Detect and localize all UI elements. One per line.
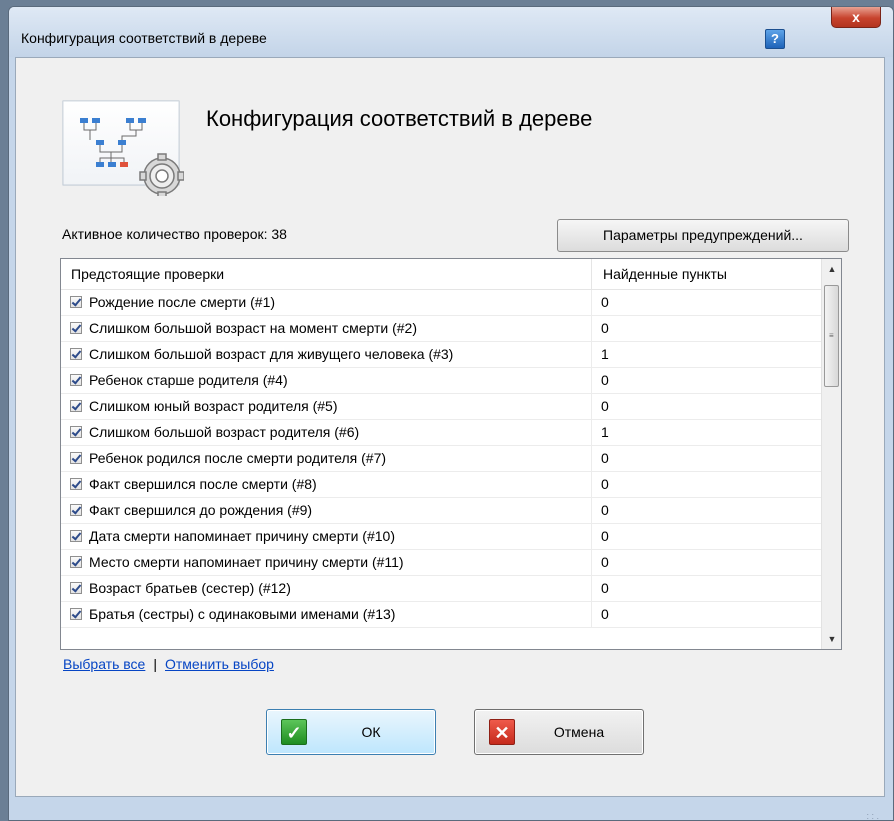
check-name: Место смерти напоминает причину смерти (… <box>89 554 404 570</box>
row-checkbox[interactable] <box>70 452 82 464</box>
list-row[interactable]: Братья (сестры) с одинаковыми именами (#… <box>61 602 821 628</box>
cell-divider <box>591 394 592 419</box>
scroll-down-arrow-icon[interactable]: ▼ <box>822 629 841 649</box>
check-name: Слишком юный возраст родителя (#5) <box>89 398 338 414</box>
tree-settings-icon <box>62 100 184 196</box>
cancel-button-label: Отмена <box>553 724 605 740</box>
column-divider <box>591 259 592 289</box>
cell-divider <box>591 342 592 367</box>
cell-divider <box>591 290 592 315</box>
window-bottom-frame: . .. . . <box>15 797 885 821</box>
check-name: Рождение после смерти (#1) <box>89 294 276 310</box>
list-row[interactable]: Факт свершился после смерти (#8) 0 <box>61 472 821 498</box>
checkmark-icon: ✓ <box>281 719 307 745</box>
cell-divider <box>591 446 592 471</box>
column-header-checks[interactable]: Предстоящие проверки <box>71 259 224 289</box>
found-count: 0 <box>601 398 609 414</box>
check-name: Дата смерти напоминает причину смерти (#… <box>89 528 395 544</box>
found-count: 1 <box>601 346 609 362</box>
check-name: Братья (сестры) с одинаковыми именами (#… <box>89 606 396 622</box>
window-title: Конфигурация соответствий в дереве <box>21 30 267 46</box>
cell-divider <box>591 576 592 601</box>
list-row[interactable]: Слишком юный возраст родителя (#5) 0 <box>61 394 821 420</box>
list-row[interactable]: Ребенок родился после смерти родителя (#… <box>61 446 821 472</box>
found-count: 0 <box>601 554 609 570</box>
cell-divider <box>591 368 592 393</box>
scrollbar-thumb[interactable]: ≡ <box>824 285 839 387</box>
list-row[interactable]: Место смерти напоминает причину смерти (… <box>61 550 821 576</box>
grip-icon: ≡ <box>829 331 834 340</box>
checks-list[interactable]: Предстоящие проверки Найденные пункты Ро… <box>60 258 842 650</box>
list-row[interactable]: Ребенок старше родителя (#4) 0 <box>61 368 821 394</box>
dialog-content: Конфигурация соответствий в дереве Актив… <box>15 57 885 797</box>
list-row[interactable]: Дата смерти напоминает причину смерти (#… <box>61 524 821 550</box>
close-button[interactable]: x <box>831 7 881 28</box>
list-row[interactable]: Факт свершился до рождения (#9) 0 <box>61 498 821 524</box>
vertical-scrollbar[interactable]: ▲ ≡ ▼ <box>821 259 841 649</box>
check-name: Ребенок родился после смерти родителя (#… <box>89 450 387 466</box>
found-count: 0 <box>601 606 609 622</box>
cell-divider <box>591 472 592 497</box>
cell-divider <box>591 524 592 549</box>
row-checkbox[interactable] <box>70 556 82 568</box>
cell-divider <box>591 420 592 445</box>
found-count: 0 <box>601 450 609 466</box>
cancel-button[interactable]: ✕ Отмена <box>474 709 644 755</box>
cell-divider <box>591 550 592 575</box>
selection-links: Выбрать все | Отменить выбор <box>63 656 274 672</box>
select-all-link[interactable]: Выбрать все <box>63 656 145 672</box>
ok-button-label: ОК <box>361 724 381 740</box>
row-checkbox[interactable] <box>70 582 82 594</box>
row-checkbox[interactable] <box>70 296 82 308</box>
resize-grip-icon[interactable]: . .. . . <box>866 808 879 821</box>
found-count: 0 <box>601 580 609 596</box>
help-button[interactable]: ? <box>765 29 785 49</box>
deselect-all-link[interactable]: Отменить выбор <box>165 656 274 672</box>
list-row[interactable]: Слишком большой возраст на момент смерти… <box>61 316 821 342</box>
row-checkbox[interactable] <box>70 348 82 360</box>
check-name: Возраст братьев (сестер) (#12) <box>89 580 291 596</box>
check-name: Факт свершился после смерти (#8) <box>89 476 317 492</box>
found-count: 0 <box>601 528 609 544</box>
cell-divider <box>591 316 592 341</box>
column-header-found[interactable]: Найденные пункты <box>603 259 727 289</box>
list-header: Предстоящие проверки Найденные пункты <box>61 259 821 290</box>
row-checkbox[interactable] <box>70 504 82 516</box>
check-name: Ребенок старше родителя (#4) <box>89 372 288 388</box>
title-bar[interactable]: Конфигурация соответствий в дереве ? x <box>9 7 893 57</box>
ok-button[interactable]: ✓ ОК <box>266 709 436 755</box>
list-rows: Рождение после смерти (#1) 0 Слишком больш… <box>61 290 821 649</box>
cell-divider <box>591 602 592 627</box>
warning-settings-button[interactable]: Параметры предупреждений... <box>557 219 849 252</box>
list-row[interactable]: Слишком большой возраст для живущего чел… <box>61 342 821 368</box>
found-count: 0 <box>601 502 609 518</box>
link-separator: | <box>153 656 157 672</box>
row-checkbox[interactable] <box>70 478 82 490</box>
dialog-heading: Конфигурация соответствий в дереве <box>206 106 593 131</box>
check-name: Слишком большой возраст для живущего чел… <box>89 346 454 362</box>
check-name: Слишком большой возраст на момент смерти… <box>89 320 417 336</box>
row-checkbox[interactable] <box>70 426 82 438</box>
active-count-label: Активное количество проверок: 38 <box>62 226 287 242</box>
row-checkbox[interactable] <box>70 608 82 620</box>
row-checkbox[interactable] <box>70 322 82 334</box>
found-count: 0 <box>601 294 609 310</box>
cross-icon: ✕ <box>489 719 515 745</box>
check-name: Слишком большой возраст родителя (#6) <box>89 424 360 440</box>
cell-divider <box>591 498 592 523</box>
dialog-window: Конфигурация соответствий в дереве ? x К… <box>8 6 894 821</box>
found-count: 0 <box>601 476 609 492</box>
row-checkbox[interactable] <box>70 530 82 542</box>
found-count: 1 <box>601 424 609 440</box>
row-checkbox[interactable] <box>70 400 82 412</box>
row-checkbox[interactable] <box>70 374 82 386</box>
found-count: 0 <box>601 372 609 388</box>
scroll-up-arrow-icon[interactable]: ▲ <box>822 259 841 279</box>
list-row[interactable]: Слишком большой возраст родителя (#6) 1 <box>61 420 821 446</box>
found-count: 0 <box>601 320 609 336</box>
list-row[interactable]: Рождение после смерти (#1) 0 <box>61 290 821 316</box>
check-name: Факт свершился до рождения (#9) <box>89 502 313 518</box>
list-row[interactable]: Возраст братьев (сестер) (#12) 0 <box>61 576 821 602</box>
